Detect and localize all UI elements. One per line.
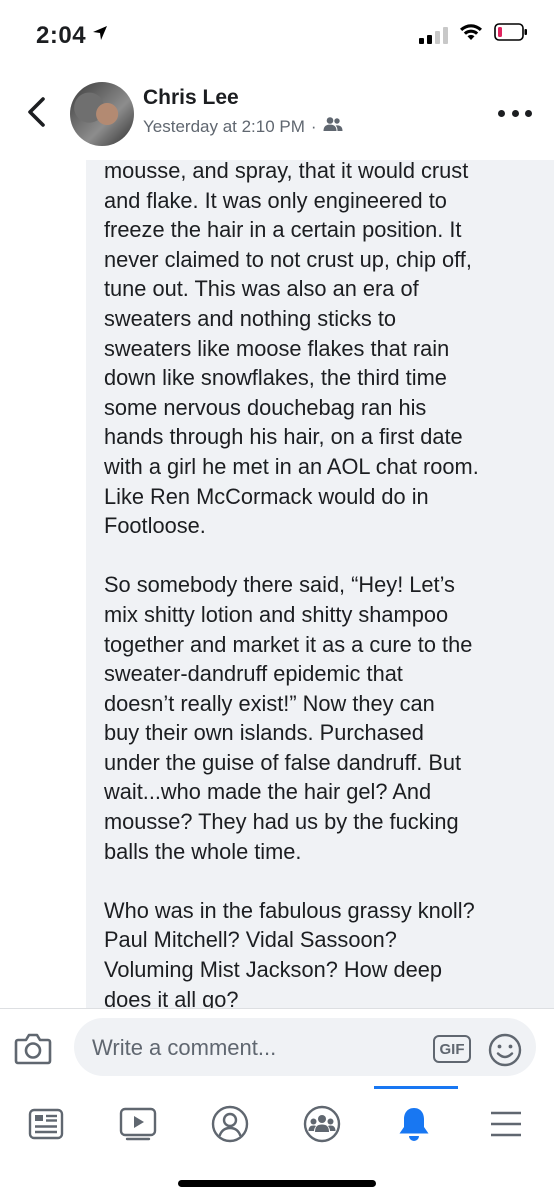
tab-profile[interactable] bbox=[200, 1096, 260, 1152]
post-meta: Yesterday at 2:10 PM · bbox=[143, 116, 343, 137]
avatar[interactable] bbox=[70, 82, 134, 146]
more-dot-icon bbox=[498, 109, 505, 117]
more-dot-icon bbox=[511, 109, 519, 117]
more-options-button[interactable] bbox=[498, 106, 532, 120]
smiley-icon bbox=[488, 1033, 522, 1067]
location-arrow-icon bbox=[92, 20, 108, 48]
tab-menu[interactable] bbox=[476, 1096, 536, 1152]
profile-icon bbox=[211, 1105, 249, 1143]
meta-separator: · bbox=[310, 116, 317, 136]
status-time-text: 2:04 bbox=[36, 22, 87, 49]
tab-groups[interactable] bbox=[292, 1096, 352, 1152]
camera-button[interactable] bbox=[14, 1029, 52, 1067]
status-indicators bbox=[419, 22, 528, 47]
friends-audience-icon bbox=[323, 116, 343, 137]
home-indicator[interactable] bbox=[178, 1180, 376, 1187]
tab-news-feed[interactable] bbox=[16, 1096, 76, 1152]
cellular-signal-icon bbox=[419, 26, 448, 44]
chevron-left-icon bbox=[28, 97, 45, 127]
groups-icon bbox=[303, 1105, 341, 1143]
tab-watch[interactable] bbox=[108, 1096, 168, 1152]
comment-composer: Write a comment... GIF bbox=[0, 1008, 554, 1086]
more-dot-icon bbox=[525, 109, 532, 117]
status-bar: 2:04 bbox=[0, 0, 554, 66]
comment-paragraph: So somebody there said, “Hey! Let’s mix … bbox=[104, 572, 473, 864]
comment-paragraph: Who was in the fabulous grassy knoll? Pa… bbox=[104, 897, 475, 1008]
post-timestamp[interactable]: Yesterday at 2:10 PM bbox=[143, 117, 305, 137]
gif-button[interactable]: GIF bbox=[433, 1035, 471, 1063]
active-tab-indicator bbox=[374, 1086, 458, 1089]
status-time: 2:04 bbox=[36, 20, 108, 50]
tab-notifications[interactable] bbox=[384, 1096, 444, 1152]
wifi-icon bbox=[458, 22, 484, 47]
author-name[interactable]: Chris Lee bbox=[143, 86, 239, 110]
camera-icon bbox=[14, 1033, 52, 1065]
notifications-bell-icon bbox=[399, 1108, 429, 1141]
back-button[interactable] bbox=[18, 92, 54, 132]
comment-thread: mousse, and spray, that it would crust a… bbox=[0, 160, 554, 1008]
comment-paragraph: mousse, and spray, that it would crust a… bbox=[104, 160, 479, 539]
comment-input-placeholder[interactable]: Write a comment... bbox=[92, 1035, 276, 1061]
comment-header: Chris Lee Yesterday at 2:10 PM · bbox=[0, 66, 554, 160]
watch-icon bbox=[119, 1107, 157, 1141]
comment-text: mousse, and spray, that it would crust a… bbox=[104, 160, 544, 1008]
battery-icon bbox=[494, 23, 528, 46]
bottom-tab-bar bbox=[0, 1086, 554, 1156]
news-feed-icon bbox=[28, 1108, 64, 1140]
emoji-button[interactable] bbox=[488, 1033, 522, 1067]
menu-icon bbox=[491, 1111, 521, 1137]
